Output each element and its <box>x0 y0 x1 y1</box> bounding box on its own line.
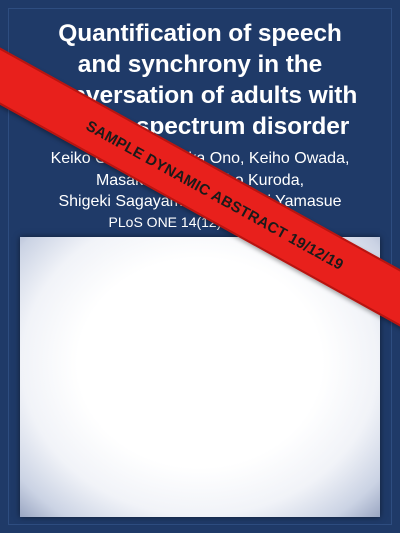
abstract-card: Quantification of speech and synchrony i… <box>0 0 400 533</box>
title-line: Quantification of speech <box>58 20 342 47</box>
title-line: and synchrony in the <box>77 51 323 78</box>
